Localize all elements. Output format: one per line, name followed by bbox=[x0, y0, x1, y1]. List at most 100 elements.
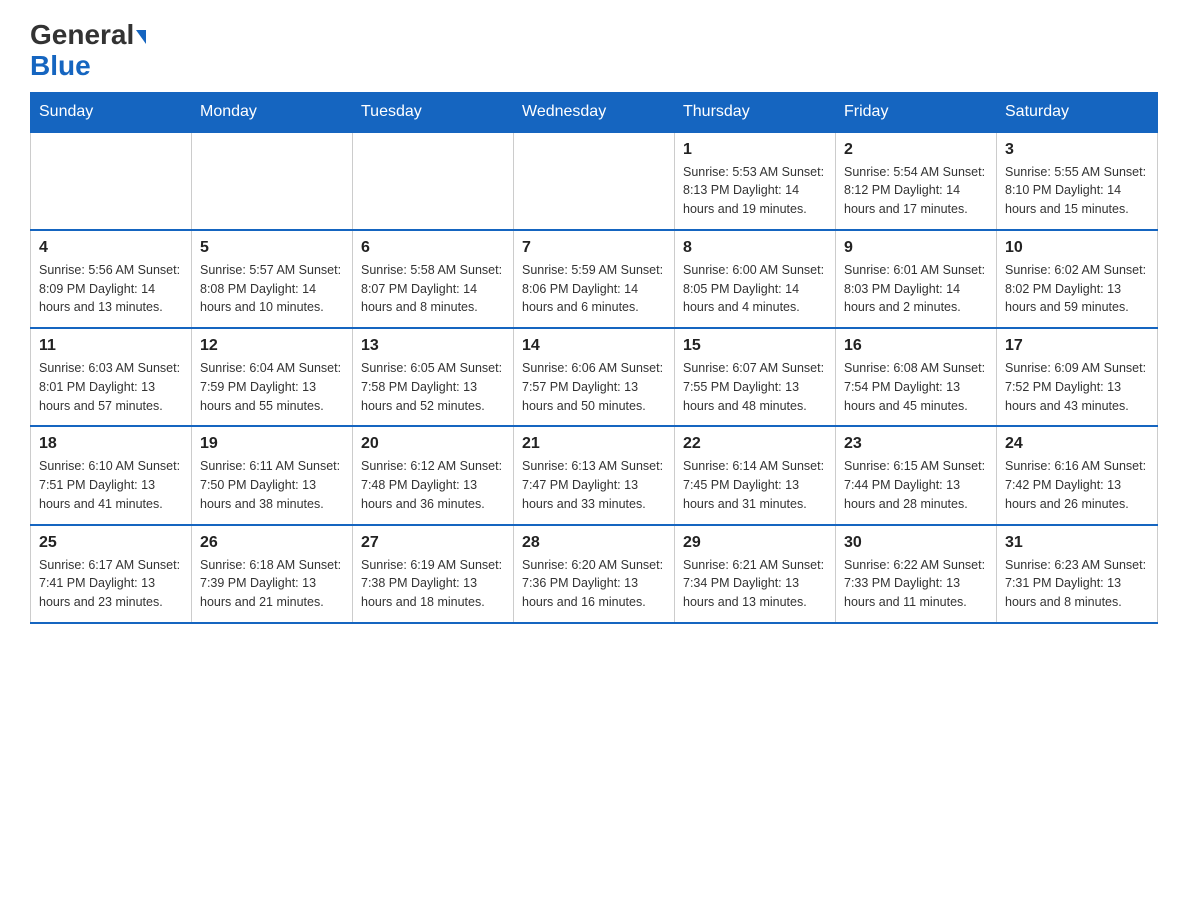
day-number: 24 bbox=[1005, 435, 1149, 453]
day-number: 28 bbox=[522, 534, 666, 552]
calendar-day-header: Thursday bbox=[675, 92, 836, 132]
calendar-day-header: Wednesday bbox=[514, 92, 675, 132]
day-number: 10 bbox=[1005, 239, 1149, 257]
calendar-day-header: Friday bbox=[836, 92, 997, 132]
day-info: Sunrise: 6:04 AM Sunset: 7:59 PM Dayligh… bbox=[200, 359, 344, 415]
day-number: 27 bbox=[361, 534, 505, 552]
day-number: 16 bbox=[844, 337, 988, 355]
calendar-cell: 24Sunrise: 6:16 AM Sunset: 7:42 PM Dayli… bbox=[997, 426, 1158, 524]
day-number: 5 bbox=[200, 239, 344, 257]
calendar-cell: 28 Sunrise: 6:20 AM Sunset: 7:36 PM Dayli… bbox=[514, 525, 675, 623]
calendar-cell bbox=[353, 132, 514, 230]
calendar-table: SundayMondayTuesdayWednesdayThursdayFrid… bbox=[30, 92, 1158, 624]
calendar-cell bbox=[192, 132, 353, 230]
calendar-day-header: Monday bbox=[192, 92, 353, 132]
day-info: Sunrise: 6:03 AM Sunset: 8:01 PM Dayligh… bbox=[39, 359, 183, 415]
day-info: Sunrise: 5:56 AM Sunset: 8:09 PM Dayligh… bbox=[39, 261, 183, 317]
day-info: Sunrise: 6:05 AM Sunset: 7:58 PM Dayligh… bbox=[361, 359, 505, 415]
day-number: 1 bbox=[683, 141, 827, 159]
logo-triangle-icon bbox=[136, 30, 146, 44]
calendar-cell bbox=[31, 132, 192, 230]
calendar-cell: 22 Sunrise: 6:14 AM Sunset: 7:45 PM Dayli… bbox=[675, 426, 836, 524]
calendar-cell: 26 Sunrise: 6:18 AM Sunset: 7:39 PM Dayli… bbox=[192, 525, 353, 623]
calendar-week-row: 18Sunrise: 6:10 AM Sunset: 7:51 PM Dayli… bbox=[31, 426, 1158, 524]
day-number: 21 bbox=[522, 435, 666, 453]
page-header: GeneralBlue bbox=[30, 20, 1158, 82]
day-info: Sunrise: 6:07 AM Sunset: 7:55 PM Dayligh… bbox=[683, 359, 827, 415]
day-number: 23 bbox=[844, 435, 988, 453]
day-info: Sunrise: 6:20 AM Sunset: 7:36 PM Dayligh… bbox=[522, 556, 666, 612]
day-info: Sunrise: 6:23 AM Sunset: 7:31 PM Dayligh… bbox=[1005, 556, 1149, 612]
calendar-cell: 1 Sunrise: 5:53 AM Sunset: 8:13 PM Daylig… bbox=[675, 132, 836, 230]
day-number: 11 bbox=[39, 337, 183, 355]
day-info: Sunrise: 5:59 AM Sunset: 8:06 PM Dayligh… bbox=[522, 261, 666, 317]
calendar-cell: 3 Sunrise: 5:55 AM Sunset: 8:10 PM Daylig… bbox=[997, 132, 1158, 230]
calendar-day-header: Tuesday bbox=[353, 92, 514, 132]
calendar-week-row: 4 Sunrise: 5:56 AM Sunset: 8:09 PM Daylig… bbox=[31, 230, 1158, 328]
calendar-cell: 2Sunrise: 5:54 AM Sunset: 8:12 PM Daylig… bbox=[836, 132, 997, 230]
calendar-cell: 20 Sunrise: 6:12 AM Sunset: 7:48 PM Dayli… bbox=[353, 426, 514, 524]
calendar-cell bbox=[514, 132, 675, 230]
day-info: Sunrise: 5:53 AM Sunset: 8:13 PM Dayligh… bbox=[683, 163, 827, 219]
day-info: Sunrise: 6:12 AM Sunset: 7:48 PM Dayligh… bbox=[361, 457, 505, 513]
day-number: 13 bbox=[361, 337, 505, 355]
day-number: 3 bbox=[1005, 141, 1149, 159]
day-info: Sunrise: 6:18 AM Sunset: 7:39 PM Dayligh… bbox=[200, 556, 344, 612]
day-info: Sunrise: 6:14 AM Sunset: 7:45 PM Dayligh… bbox=[683, 457, 827, 513]
calendar-week-row: 25 Sunrise: 6:17 AM Sunset: 7:41 PM Dayli… bbox=[31, 525, 1158, 623]
calendar-cell: 29 Sunrise: 6:21 AM Sunset: 7:34 PM Dayli… bbox=[675, 525, 836, 623]
calendar-week-row: 1 Sunrise: 5:53 AM Sunset: 8:13 PM Daylig… bbox=[31, 132, 1158, 230]
day-info: Sunrise: 6:19 AM Sunset: 7:38 PM Dayligh… bbox=[361, 556, 505, 612]
day-number: 18 bbox=[39, 435, 183, 453]
calendar-cell: 30 Sunrise: 6:22 AM Sunset: 7:33 PM Dayli… bbox=[836, 525, 997, 623]
day-number: 31 bbox=[1005, 534, 1149, 552]
calendar-cell: 19Sunrise: 6:11 AM Sunset: 7:50 PM Dayli… bbox=[192, 426, 353, 524]
day-info: Sunrise: 6:21 AM Sunset: 7:34 PM Dayligh… bbox=[683, 556, 827, 612]
day-info: Sunrise: 6:15 AM Sunset: 7:44 PM Dayligh… bbox=[844, 457, 988, 513]
logo-text: GeneralBlue bbox=[30, 20, 146, 82]
calendar-cell: 9Sunrise: 6:01 AM Sunset: 8:03 PM Daylig… bbox=[836, 230, 997, 328]
day-number: 8 bbox=[683, 239, 827, 257]
day-info: Sunrise: 5:57 AM Sunset: 8:08 PM Dayligh… bbox=[200, 261, 344, 317]
calendar-cell: 8Sunrise: 6:00 AM Sunset: 8:05 PM Daylig… bbox=[675, 230, 836, 328]
calendar-header-row: SundayMondayTuesdayWednesdayThursdayFrid… bbox=[31, 92, 1158, 132]
day-number: 9 bbox=[844, 239, 988, 257]
day-number: 30 bbox=[844, 534, 988, 552]
day-number: 29 bbox=[683, 534, 827, 552]
day-info: Sunrise: 6:22 AM Sunset: 7:33 PM Dayligh… bbox=[844, 556, 988, 612]
day-info: Sunrise: 5:55 AM Sunset: 8:10 PM Dayligh… bbox=[1005, 163, 1149, 219]
calendar-day-header: Sunday bbox=[31, 92, 192, 132]
calendar-cell: 6Sunrise: 5:58 AM Sunset: 8:07 PM Daylig… bbox=[353, 230, 514, 328]
calendar-cell: 31 Sunrise: 6:23 AM Sunset: 7:31 PM Dayli… bbox=[997, 525, 1158, 623]
calendar-cell: 23 Sunrise: 6:15 AM Sunset: 7:44 PM Dayli… bbox=[836, 426, 997, 524]
day-info: Sunrise: 6:17 AM Sunset: 7:41 PM Dayligh… bbox=[39, 556, 183, 612]
logo: GeneralBlue bbox=[30, 20, 146, 82]
day-info: Sunrise: 6:09 AM Sunset: 7:52 PM Dayligh… bbox=[1005, 359, 1149, 415]
day-info: Sunrise: 6:02 AM Sunset: 8:02 PM Dayligh… bbox=[1005, 261, 1149, 317]
day-info: Sunrise: 5:58 AM Sunset: 8:07 PM Dayligh… bbox=[361, 261, 505, 317]
day-number: 12 bbox=[200, 337, 344, 355]
calendar-cell: 16Sunrise: 6:08 AM Sunset: 7:54 PM Dayli… bbox=[836, 328, 997, 426]
day-number: 17 bbox=[1005, 337, 1149, 355]
day-info: Sunrise: 6:11 AM Sunset: 7:50 PM Dayligh… bbox=[200, 457, 344, 513]
day-number: 26 bbox=[200, 534, 344, 552]
calendar-day-header: Saturday bbox=[997, 92, 1158, 132]
calendar-cell: 12 Sunrise: 6:04 AM Sunset: 7:59 PM Dayli… bbox=[192, 328, 353, 426]
day-number: 14 bbox=[522, 337, 666, 355]
calendar-cell: 10 Sunrise: 6:02 AM Sunset: 8:02 PM Dayli… bbox=[997, 230, 1158, 328]
day-info: Sunrise: 5:54 AM Sunset: 8:12 PM Dayligh… bbox=[844, 163, 988, 219]
day-number: 22 bbox=[683, 435, 827, 453]
logo-blue: Blue bbox=[30, 50, 91, 81]
day-number: 7 bbox=[522, 239, 666, 257]
calendar-cell: 27 Sunrise: 6:19 AM Sunset: 7:38 PM Dayli… bbox=[353, 525, 514, 623]
calendar-cell: 4 Sunrise: 5:56 AM Sunset: 8:09 PM Daylig… bbox=[31, 230, 192, 328]
calendar-cell: 15Sunrise: 6:07 AM Sunset: 7:55 PM Dayli… bbox=[675, 328, 836, 426]
calendar-cell: 18Sunrise: 6:10 AM Sunset: 7:51 PM Dayli… bbox=[31, 426, 192, 524]
day-number: 25 bbox=[39, 534, 183, 552]
day-number: 20 bbox=[361, 435, 505, 453]
calendar-cell: 13 Sunrise: 6:05 AM Sunset: 7:58 PM Dayli… bbox=[353, 328, 514, 426]
calendar-cell: 14Sunrise: 6:06 AM Sunset: 7:57 PM Dayli… bbox=[514, 328, 675, 426]
calendar-cell: 17 Sunrise: 6:09 AM Sunset: 7:52 PM Dayli… bbox=[997, 328, 1158, 426]
calendar-cell: 21Sunrise: 6:13 AM Sunset: 7:47 PM Dayli… bbox=[514, 426, 675, 524]
day-number: 4 bbox=[39, 239, 183, 257]
